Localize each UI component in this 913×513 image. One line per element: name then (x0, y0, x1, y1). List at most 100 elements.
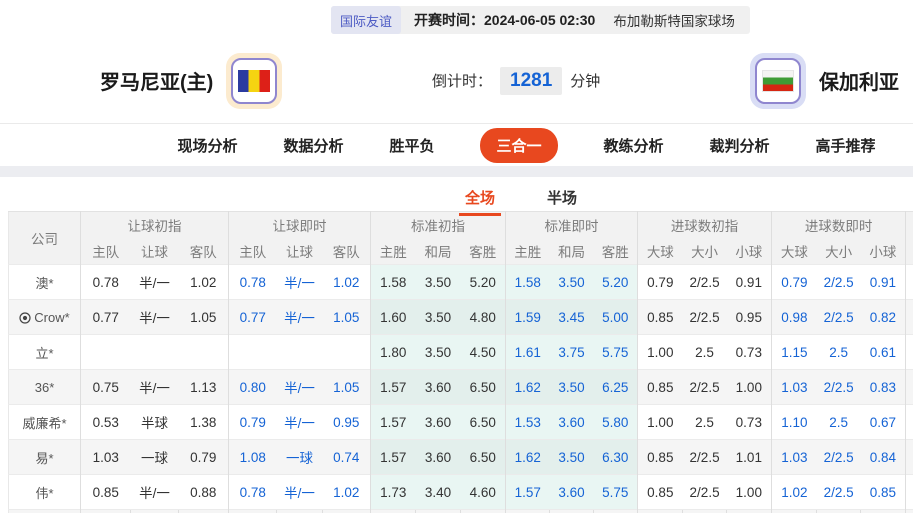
odds-row-1: Crow*0.77半/一1.050.77半/一1.051.603.504.801… (9, 300, 913, 335)
odds-cell[interactable]: 5.75 (594, 475, 638, 510)
odds-cell[interactable]: 1.62 (506, 440, 550, 475)
kickoff-value: 2024-06-05 02:30 (484, 12, 595, 28)
odds-cell[interactable]: 1.02 (323, 475, 371, 510)
odds-cell[interactable]: 半/一 (277, 475, 323, 510)
clipped-cell (817, 510, 861, 513)
odds-cell[interactable]: 1.05 (323, 300, 371, 335)
odds-cell: 6.50 (461, 370, 506, 405)
odds-cell[interactable]: 2/2.5 (817, 440, 861, 475)
odds-cell[interactable]: 1.08 (229, 440, 277, 475)
odds-cell[interactable]: 1.02 (772, 475, 817, 510)
odds-cell[interactable]: 6.30 (594, 440, 638, 475)
odds-cell[interactable]: 5.00 (594, 300, 638, 335)
odds-cell[interactable]: 1.57 (506, 475, 550, 510)
odds-cell[interactable]: 1.03 (772, 440, 817, 475)
odds-cell (81, 335, 131, 370)
odds-cell[interactable]: 1.03 (772, 370, 817, 405)
company-name[interactable]: 伟* (9, 475, 81, 510)
odds-cell: 2.5 (683, 335, 727, 370)
odds-cell: 一球 (131, 440, 179, 475)
odds-cell[interactable]: 0.79 (229, 405, 277, 440)
odds-cell[interactable]: 3.50 (550, 440, 594, 475)
odds-cell[interactable]: 0.91 (861, 265, 906, 300)
home-team-name: 罗马尼亚(主) (100, 66, 213, 95)
clipped-cell (416, 510, 461, 513)
odds-cell[interactable]: 0.78 (229, 475, 277, 510)
odds-cell[interactable]: 3.50 (550, 265, 594, 300)
company-name[interactable]: Crow* (9, 300, 81, 335)
top-bar: 国际友谊 开赛时间：2024-06-05 02:30 布加勒斯特国家球场 (0, 0, 913, 38)
odds-cell: 1.01 (727, 440, 772, 475)
odds-cell[interactable]: 1.10 (772, 405, 817, 440)
odds-cell[interactable]: 0.82 (861, 300, 906, 335)
odds-cell[interactable]: 0.78 (229, 265, 277, 300)
odds-cell[interactable]: 3.60 (550, 405, 594, 440)
odds-cell[interactable]: 1.61 (506, 335, 550, 370)
odds-cell[interactable]: 1.15 (772, 335, 817, 370)
period-tab-0[interactable]: 全场 (459, 187, 501, 216)
period-tab-1[interactable]: 半场 (547, 187, 577, 208)
odds-cell: 3.50 (416, 335, 461, 370)
odds-cell: 4.50 (461, 335, 506, 370)
odds-cell[interactable]: 0.79 (772, 265, 817, 300)
nav-tab-6[interactable]: 高手推荐 (816, 135, 876, 156)
odds-cell[interactable]: 2.5 (817, 405, 861, 440)
nav-tab-2[interactable]: 胜平负 (389, 135, 434, 156)
odds-cell[interactable]: 3.60 (550, 475, 594, 510)
kickoff-time: 开赛时间：2024-06-05 02:30 (414, 10, 595, 30)
odds-cell[interactable]: 3.75 (550, 335, 594, 370)
odds-cell[interactable]: 0.95 (323, 405, 371, 440)
nav-tab-4[interactable]: 教练分析 (604, 135, 664, 156)
away-team: 保加利亚 (750, 53, 899, 109)
odds-cell[interactable]: 1.59 (506, 300, 550, 335)
company-name[interactable]: 澳* (9, 265, 81, 300)
odds-cell[interactable]: 5.75 (594, 335, 638, 370)
clipped-cell (9, 510, 81, 513)
odds-cell[interactable]: 0.74 (323, 440, 371, 475)
odds-cell[interactable]: 1.53 (506, 405, 550, 440)
odds-cell[interactable]: 1.05 (323, 370, 371, 405)
odds-cell[interactable]: 半/一 (277, 300, 323, 335)
odds-cell[interactable]: 5.20 (594, 265, 638, 300)
odds-cell: 1.57 (371, 370, 416, 405)
odds-cell[interactable]: 0.84 (861, 440, 906, 475)
company-name[interactable]: 易* (9, 440, 81, 475)
nav-tab-0[interactable]: 现场分析 (177, 135, 237, 156)
odds-cell[interactable]: 0.67 (861, 405, 906, 440)
odds-cell[interactable] (277, 335, 323, 370)
league-badge[interactable]: 国际友谊 (331, 6, 401, 34)
odds-cell[interactable] (229, 335, 277, 370)
nav-tab-1[interactable]: 数据分析 (283, 135, 343, 156)
odds-cell[interactable]: 半/一 (277, 405, 323, 440)
odds-cell[interactable]: 1.58 (506, 265, 550, 300)
company-name[interactable]: 36* (9, 370, 81, 405)
home-flag-badge (226, 53, 282, 109)
odds-cell[interactable]: 0.83 (861, 370, 906, 405)
odds-cell[interactable]: 0.77 (229, 300, 277, 335)
odds-row-5: 易*1.03一球0.791.08一球0.741.573.606.501.623.… (9, 440, 913, 475)
odds-cell[interactable]: 2/2.5 (817, 370, 861, 405)
odds-cell[interactable]: 0.61 (861, 335, 906, 370)
odds-cell[interactable]: 半/一 (277, 370, 323, 405)
odds-cell[interactable]: 2/2.5 (817, 475, 861, 510)
nav-tab-5[interactable]: 裁判分析 (710, 135, 770, 156)
odds-cell[interactable]: 1.62 (506, 370, 550, 405)
odds-cell[interactable]: 3.45 (550, 300, 594, 335)
odds-cell[interactable]: 1.02 (323, 265, 371, 300)
odds-cell[interactable]: 2/2.5 (817, 300, 861, 335)
company-name[interactable]: 立* (9, 335, 81, 370)
odds-cell[interactable]: 0.80 (229, 370, 277, 405)
odds-cell[interactable]: 6.25 (594, 370, 638, 405)
odds-cell[interactable]: 3.50 (550, 370, 594, 405)
company-name[interactable]: 威廉希* (9, 405, 81, 440)
odds-cell[interactable]: 5.80 (594, 405, 638, 440)
odds-cell[interactable]: 2.5 (817, 335, 861, 370)
odds-cell[interactable]: 0.98 (772, 300, 817, 335)
odds-cell[interactable]: 半/一 (277, 265, 323, 300)
clipped-cell (277, 510, 323, 513)
odds-cell[interactable]: 一球 (277, 440, 323, 475)
nav-tab-3[interactable]: 三合一 (480, 128, 557, 163)
odds-cell[interactable] (323, 335, 371, 370)
odds-cell[interactable]: 0.85 (861, 475, 906, 510)
odds-cell[interactable]: 2/2.5 (817, 265, 861, 300)
